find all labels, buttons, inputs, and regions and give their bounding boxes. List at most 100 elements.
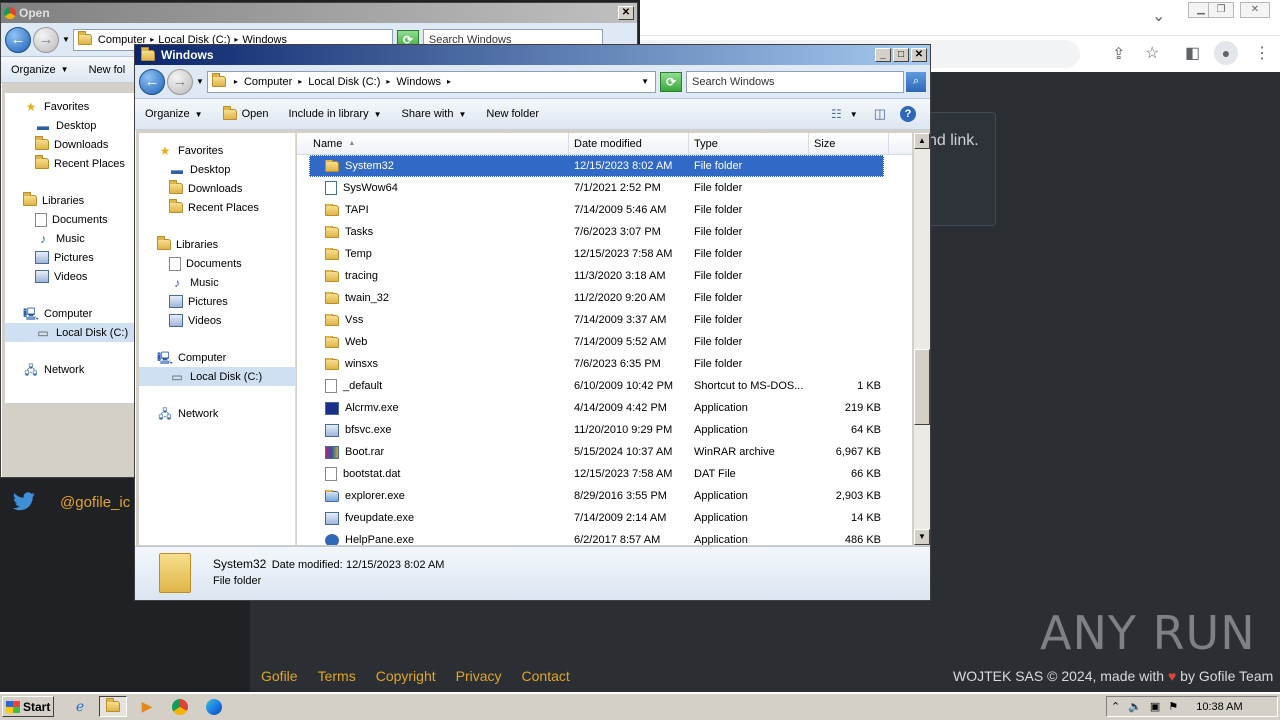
breadcrumb-computer[interactable]: Computer <box>244 76 292 88</box>
breadcrumb-separator[interactable]: ▸ <box>447 77 451 86</box>
clock[interactable]: 10:38 AM <box>1196 701 1242 713</box>
recent-pages-dropdown[interactable]: ▼ <box>62 35 70 44</box>
footer-link-privacy[interactable]: Privacy <box>456 668 502 684</box>
nav-music[interactable]: ♪ Music <box>139 273 295 292</box>
file-row[interactable]: twain_32 11/2/2020 9:20 AM File folder <box>309 287 912 309</box>
file-row[interactable]: _default 6/10/2009 10:42 PM Shortcut to MS… <box>309 375 912 397</box>
nav-local-disk[interactable]: ▭ Local Disk (C:) <box>139 367 295 386</box>
close-button[interactable]: ✕ <box>618 6 634 20</box>
flag-icon[interactable]: ⚑ <box>1168 700 1178 713</box>
include-in-library-button[interactable]: Include in library ▼ <box>278 108 391 120</box>
profile-avatar[interactable]: ● <box>1214 41 1238 65</box>
nav-desktop[interactable]: ▬ Desktop <box>5 116 134 135</box>
breadcrumb-windows[interactable]: Windows <box>396 76 441 88</box>
refresh-button[interactable]: ⟳ <box>660 71 682 92</box>
file-row[interactable]: TAPI 7/14/2009 5:46 AM File folder <box>309 199 912 221</box>
nav-pictures[interactable]: Pictures <box>5 248 134 267</box>
scroll-up-button[interactable]: ▲ <box>914 133 930 149</box>
footer-link-gofile[interactable]: Gofile <box>261 668 298 684</box>
nav-network[interactable]: 🖧 Network <box>5 360 134 379</box>
organize-button[interactable]: Organize ▼ <box>1 64 79 76</box>
footer-link-terms[interactable]: Terms <box>318 668 356 684</box>
breadcrumb-separator[interactable]: ▸ <box>386 77 390 86</box>
help-icon[interactable]: ? <box>900 106 916 122</box>
chrome-taskbar-icon[interactable] <box>166 696 194 717</box>
scroll-down-button[interactable]: ▼ <box>914 529 930 545</box>
explorer-titlebar[interactable]: Windows _ □ ✕ <box>135 45 930 65</box>
explorer-taskbar-icon[interactable] <box>99 696 127 717</box>
view-options-icon[interactable]: ☷ <box>831 107 842 121</box>
start-button[interactable]: Start <box>2 696 54 717</box>
file-row[interactable]: Boot.rar 5/15/2024 10:37 AM WinRAR archive… <box>309 441 912 463</box>
nav-recent-places[interactable]: Recent Places <box>5 154 134 173</box>
nav-libraries[interactable]: Libraries <box>139 235 295 254</box>
volume-icon[interactable]: 🔈 <box>1128 700 1142 713</box>
new-folder-button[interactable]: New folder <box>476 108 549 120</box>
tray-expand-icon[interactable]: ⌃ <box>1111 700 1120 713</box>
nav-favorites[interactable]: ★ Favorites <box>5 97 134 116</box>
nav-network[interactable]: 🖧 Network <box>139 404 295 423</box>
forward-button[interactable]: → <box>33 26 59 53</box>
search-icon[interactable]: ⌕ <box>906 71 926 92</box>
file-row[interactable]: tracing 11/3/2020 3:18 AM File folder <box>309 265 912 287</box>
scrollbar-thumb[interactable] <box>914 349 930 425</box>
column-name[interactable]: Name ▲ <box>297 133 569 154</box>
column-type[interactable]: Type <box>689 133 809 154</box>
nav-documents[interactable]: Documents <box>5 210 134 229</box>
network-tray-icon[interactable]: ▣ <box>1150 700 1160 713</box>
back-button[interactable]: ← <box>5 26 31 53</box>
file-row[interactable]: explorer.exe 8/29/2016 3:55 PM Application… <box>309 485 912 507</box>
column-date[interactable]: Date modified <box>569 133 689 154</box>
file-row[interactable]: SysWow64 7/1/2021 2:52 PM File folder <box>309 177 912 199</box>
address-dropdown[interactable]: ▼ <box>641 77 649 86</box>
file-row[interactable]: Web 7/14/2009 5:52 AM File folder <box>309 331 912 353</box>
nav-videos[interactable]: Videos <box>5 267 134 286</box>
address-bar[interactable]: ▸ Computer ▸ Local Disk (C:) ▸ Windows ▸ ▼ <box>206 70 656 93</box>
file-row[interactable]: fveupdate.exe 7/14/2009 2:14 AM Applicatio… <box>309 507 912 529</box>
file-row[interactable]: Tasks 7/6/2023 3:07 PM File folder <box>309 221 912 243</box>
restore-button[interactable]: ❐ <box>1208 2 1234 18</box>
breadcrumb-local-disk[interactable]: Local Disk (C:) <box>308 76 380 88</box>
side-panel-icon[interactable]: ◧ <box>1185 43 1200 63</box>
twitter-icon[interactable] <box>12 492 36 512</box>
bookmark-star-icon[interactable]: ☆ <box>1145 43 1159 63</box>
open-button[interactable]: Open <box>213 105 279 120</box>
maximize-button[interactable]: □ <box>893 48 909 62</box>
nav-downloads[interactable]: Downloads <box>5 135 134 154</box>
footer-link-copyright[interactable]: Copyright <box>376 668 436 684</box>
view-dropdown[interactable]: ▼ <box>850 110 858 119</box>
file-row[interactable]: System32 12/15/2023 8:02 AM File folder <box>309 155 884 177</box>
column-size[interactable]: Size <box>809 133 889 154</box>
minimize-button[interactable]: _ <box>875 48 891 62</box>
nav-music[interactable]: ♪ Music <box>5 229 134 248</box>
new-folder-button[interactable]: New fol <box>79 64 136 76</box>
open-dialog-titlebar[interactable]: Open ✕ <box>1 3 637 23</box>
file-row[interactable]: Alcrmv.exe 4/14/2009 4:42 PM Application 21… <box>309 397 912 419</box>
edge-taskbar-icon[interactable] <box>200 696 228 717</box>
search-input[interactable]: Search Windows <box>686 70 904 93</box>
nav-desktop[interactable]: ▬ Desktop <box>139 160 295 179</box>
nav-downloads[interactable]: Downloads <box>139 179 295 198</box>
nav-computer[interactable]: 🖳 Computer <box>5 304 134 323</box>
preview-pane-icon[interactable]: ◫ <box>874 106 886 122</box>
forward-button[interactable]: → <box>167 68 193 95</box>
nav-libraries[interactable]: Libraries <box>5 191 134 210</box>
share-icon[interactable]: ⇪ <box>1112 44 1125 64</box>
nav-recent-places[interactable]: Recent Places <box>139 198 295 217</box>
close-button[interactable]: ✕ <box>911 48 927 62</box>
file-row[interactable]: Temp 12/15/2023 7:58 AM File folder <box>309 243 912 265</box>
nav-computer[interactable]: 🖳 Computer <box>139 348 295 367</box>
breadcrumb-separator[interactable]: ▸ <box>298 77 302 86</box>
menu-kebab-icon[interactable]: ⋮ <box>1254 43 1270 63</box>
file-row[interactable]: bootstat.dat 12/15/2023 7:58 AM DAT File 66… <box>309 463 912 485</box>
file-row[interactable]: Vss 7/14/2009 3:37 AM File folder <box>309 309 912 331</box>
nav-pictures[interactable]: Pictures <box>139 292 295 311</box>
file-row[interactable]: bfsvc.exe 11/20/2010 9:29 PM Application 64… <box>309 419 912 441</box>
nav-documents[interactable]: Documents <box>139 254 295 273</box>
recent-pages-dropdown[interactable]: ▼ <box>196 77 204 86</box>
organize-button[interactable]: Organize ▼ <box>135 108 213 120</box>
breadcrumb-separator[interactable]: ▸ <box>234 77 238 86</box>
nav-local-disk[interactable]: ▭ Local Disk (C:) <box>5 323 134 342</box>
footer-link-contact[interactable]: Contact <box>522 668 570 684</box>
internet-explorer-icon[interactable]: ℯ <box>66 696 94 717</box>
